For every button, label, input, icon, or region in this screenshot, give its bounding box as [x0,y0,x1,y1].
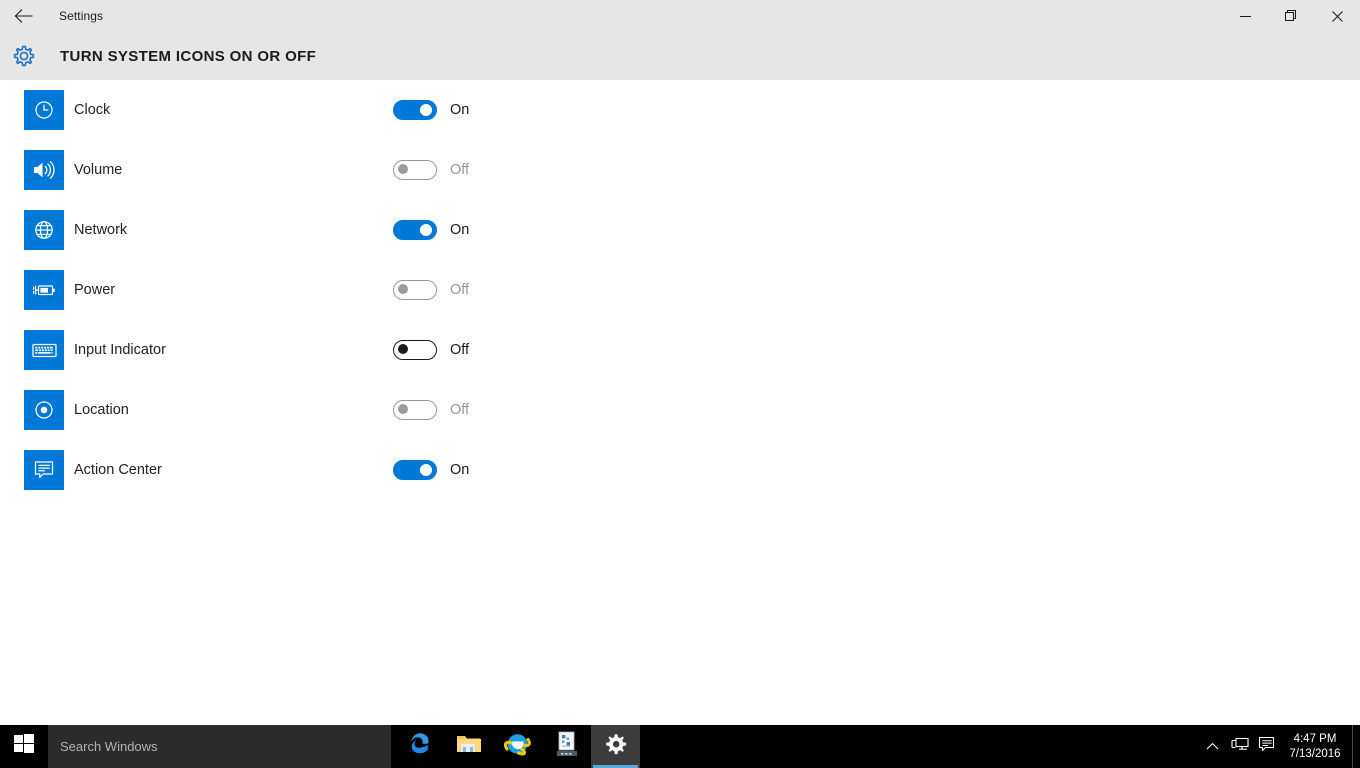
toggle-thumb [420,224,432,236]
page-title: TURN SYSTEM ICONS ON OR OFF [60,47,317,65]
toggle-state-label: On [450,102,470,118]
system-icons-list: Clock On Volume Off Network On Power Off Input I… [0,80,1360,725]
taskbar: Search Windows 4:47 PM 7/13/2016 [0,725,1360,768]
gear-icon [604,732,628,761]
tray-date: 7/13/2016 [1289,747,1341,760]
system-icon-row: Location Off [0,380,1360,440]
taskbar-item-settings[interactable] [591,725,640,768]
minimize-button[interactable] [1222,0,1268,32]
windows-logo-icon [14,734,34,759]
location-target-icon [24,390,64,430]
toggle-switch[interactable] [393,340,437,360]
window-controls [1222,0,1360,32]
title-bar: Settings [0,0,1360,32]
page-header: TURN SYSTEM ICONS ON OR OFF [0,32,1360,80]
back-button[interactable] [0,0,46,32]
start-button[interactable] [0,725,48,768]
toggle-switch[interactable] [393,460,437,480]
toggle-switch[interactable] [393,220,437,240]
document-icon [554,730,580,763]
search-placeholder: Search Windows [60,739,158,754]
toggle-thumb [398,164,408,175]
system-icon-row: Power Off [0,260,1360,320]
chevron-up-icon [1206,738,1219,756]
action-center-button[interactable] [1253,725,1280,768]
toggle-thumb [420,464,432,476]
toggle-state-label: Off [450,402,470,418]
taskbar-apps [395,725,640,768]
tray-time: 4:47 PM [1293,732,1337,745]
search-input[interactable]: Search Windows [48,725,391,768]
taskbar-item-file-explorer[interactable] [444,725,493,768]
taskbar-item-internet-explorer[interactable] [493,725,542,768]
row-label: Clock [74,102,111,118]
window-title: Settings [59,9,104,23]
battery-icon [24,270,64,310]
toggle-thumb [398,404,408,415]
close-button[interactable] [1314,0,1360,32]
edge-icon [407,731,433,762]
system-icon-row: Volume Off [0,140,1360,200]
toggle-switch[interactable] [393,160,437,180]
restore-icon [1285,10,1297,22]
row-label: Location [74,402,129,418]
toggle-state-label: On [450,222,470,238]
speech-bubble-icon [24,450,64,490]
system-icon-row: Network On [0,200,1360,260]
show-desktop-button[interactable] [1352,725,1360,768]
toggle-thumb [398,284,408,295]
system-tray: 4:47 PM 7/13/2016 [1199,725,1360,768]
network-tray-button[interactable] [1226,725,1253,768]
system-icon-row: Input Indicator Off [0,320,1360,380]
ie-icon [503,731,531,762]
toggle-state-label: Off [450,162,470,178]
row-label: Volume [74,162,123,178]
volume-icon [24,150,64,190]
toggle-thumb [420,104,432,116]
maximize-button[interactable] [1268,0,1314,32]
close-icon [1331,10,1343,22]
toggle-state-label: Off [450,342,470,358]
minimize-icon [1239,11,1251,22]
back-arrow-icon [14,9,33,23]
toggle-switch[interactable] [393,400,437,420]
gear-icon [11,43,37,69]
toggle-switch[interactable] [393,280,437,300]
toggle-switch[interactable] [393,100,437,120]
toggle-thumb [398,344,408,355]
system-icon-row: Clock On [0,80,1360,140]
clock-button[interactable]: 4:47 PM 7/13/2016 [1280,725,1350,768]
row-label: Network [74,222,128,238]
settings-window: Settings TURN SYSTEM ICONS ON OR OFF Clo… [0,0,1360,768]
row-label: Action Center [74,462,162,478]
taskbar-item-microsoft-edge[interactable] [395,725,444,768]
speech-bubble-icon [1258,736,1275,758]
row-label: Input Indicator [74,342,166,358]
show-hidden-icons-button[interactable] [1199,725,1226,768]
network-monitor-icon [1230,736,1249,757]
row-label: Power [74,282,116,298]
globe-icon [24,210,64,250]
clock-icon [24,90,64,130]
toggle-state-label: On [450,462,470,478]
taskbar-item-document-app[interactable] [542,725,591,768]
toggle-state-label: Off [450,282,470,298]
system-icon-row: Action Center On [0,440,1360,500]
keyboard-icon [24,330,64,370]
folder-icon [456,732,482,761]
